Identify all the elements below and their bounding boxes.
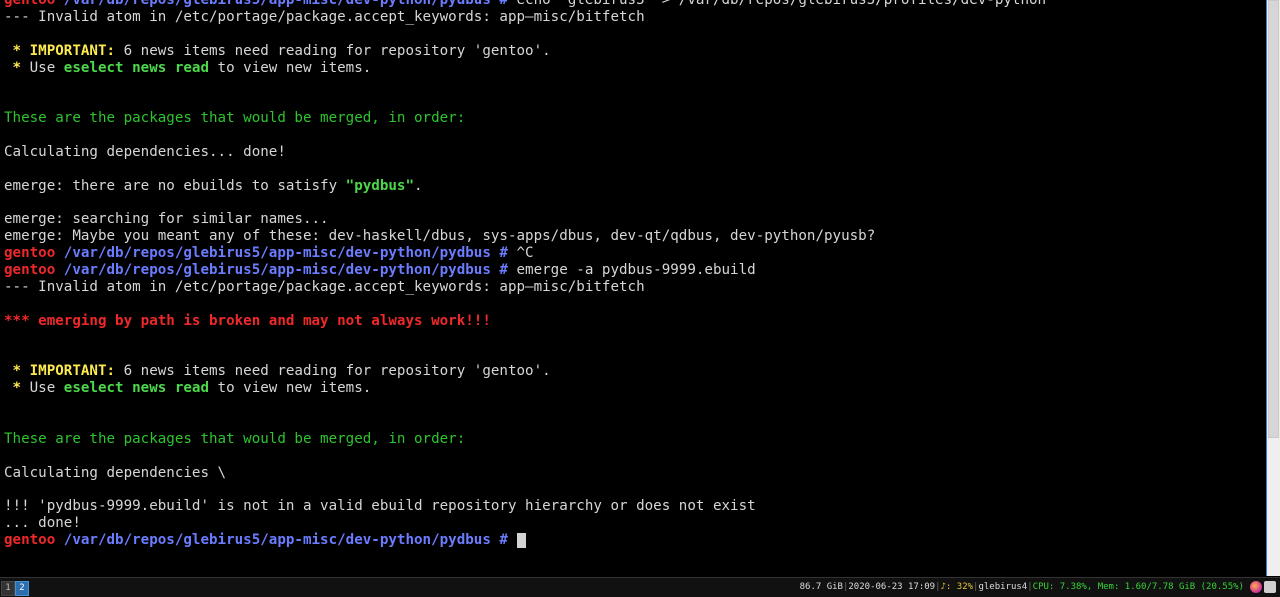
status-blocks: 86.7 GiB|2020-06-23 17:09|♪: 32%|glebiru… [800, 578, 1244, 597]
cpu-usage: CPU: 7.38% [1032, 582, 1087, 592]
terminal-text-segment: echo "glebirus5" > /var/db/repos/glebiru… [516, 0, 1047, 8]
network-icon[interactable] [1264, 581, 1276, 593]
terminal-text-segment: "pydbus" [345, 177, 415, 194]
workspace-2-button[interactable]: 2 [15, 581, 29, 596]
terminal-text-segment: --- Invalid atom in /etc/portage/package… [4, 8, 645, 25]
terminal-line: * Use eselect news read to view new item… [4, 380, 1264, 397]
terminal-text-segment: Use [29, 59, 64, 76]
terminal-line: Calculating dependencies... done! [4, 144, 1264, 161]
terminal-line: emerge: there are no ebuilds to satisfy … [4, 178, 1264, 195]
terminal-line: emerge: searching for similar names... [4, 211, 1264, 228]
terminal-text-segment: --- Invalid atom in /etc/portage/package… [4, 278, 645, 295]
terminal-text-segment: emerge: there are no ebuilds to satisfy [4, 177, 346, 194]
terminal-line: *** emerging by path is broken and may n… [4, 313, 1264, 330]
terminal-text-segment: IMPORTANT: [29, 42, 124, 59]
terminal-text-segment: These are the packages that would be mer… [4, 430, 466, 447]
terminal-text-segment: * [4, 363, 30, 380]
terminal-line: gentoo /var/db/repos/glebirus5/app-misc/… [4, 0, 1264, 9]
terminal-text-segment: . [414, 177, 423, 194]
terminal-line: gentoo /var/db/repos/glebirus5/app-misc/… [4, 262, 1264, 279]
terminal-text-segment: /var/db/repos/glebirus5/app-misc/dev-pyt… [63, 532, 517, 548]
terminal-text-segment: emerge: Maybe you meant any of these: de… [4, 228, 876, 245]
workspace-1-button[interactable]: 1 [1, 581, 15, 596]
terminal-text-segment: eselect news read [63, 380, 210, 397]
terminal-text-segment: * [4, 59, 30, 76]
terminal-line: gentoo /var/db/repos/glebirus5/app-misc/… [4, 245, 1264, 262]
terminal-line: * IMPORTANT: 6 news items need reading f… [4, 363, 1264, 380]
terminal-text-segment: /var/db/repos/glebirus5/app-misc/dev-pyt… [63, 245, 517, 262]
disk-usage: 86.7 GiB [799, 582, 843, 592]
date-time: 2020-06-23 17:09 [848, 582, 936, 592]
terminal-text-segment: *** emerging by path is broken and may n… [4, 312, 491, 329]
terminal-text-segment: gentoo [4, 0, 64, 8]
terminal-text-segment: ... done! [4, 515, 81, 532]
terminal-line: gentoo /var/db/repos/glebirus5/app-misc/… [4, 532, 1264, 549]
scrollbar-thumb[interactable] [1268, 0, 1279, 438]
terminal-text-segment: gentoo [4, 532, 64, 548]
terminal-text-segment: These are the packages that would be mer… [4, 110, 466, 127]
terminal-text-segment: * [4, 380, 30, 397]
terminal-line: Calculating dependencies \ [4, 465, 1264, 482]
terminal-line: These are the packages that would be mer… [4, 110, 1264, 127]
hostname: glebirus4 [978, 582, 1028, 592]
firefox-icon[interactable] [1250, 581, 1262, 593]
terminal-line: --- Invalid atom in /etc/portage/package… [4, 279, 1264, 296]
terminal-text-segment: * [4, 42, 30, 59]
terminal-scrollbar[interactable] [1267, 0, 1280, 576]
terminal-text-segment: Use [29, 380, 64, 397]
terminal-line: emerge: Maybe you meant any of these: de… [4, 228, 1264, 245]
terminal-cursor [516, 532, 526, 548]
terminal-text-segment: to view new items. [209, 380, 372, 397]
status-bar: 1 2 86.7 GiB|2020-06-23 17:09|♪: 32%|gle… [0, 577, 1280, 597]
terminal-text-segment: Calculating dependencies \ [4, 464, 227, 481]
terminal-line: ... done! [4, 515, 1264, 532]
terminal-window[interactable]: gentoo /var/db/repos/glebirus5/app-misc/… [0, 0, 1267, 576]
terminal-text-segment: to view new items. [209, 59, 372, 76]
terminal-text-segment: 6 news items need reading for repository… [123, 42, 551, 59]
terminal-text-segment: emerge: searching for similar names... [4, 211, 329, 228]
system-tray [1248, 581, 1278, 594]
terminal-text-segment: !!! 'pydbus-9999.ebuild' is not in a val… [4, 498, 756, 515]
volume-level[interactable]: ♪: 32% [941, 582, 974, 592]
terminal-line: !!! 'pydbus-9999.ebuild' is not in a val… [4, 498, 1264, 515]
terminal-text-segment: IMPORTANT: [29, 363, 124, 380]
memory-usage: , Mem: 1.60/7.78 GiB (20.55%) [1086, 582, 1244, 592]
terminal-text-segment: /var/db/repos/glebirus5/app-misc/dev-pyt… [63, 0, 517, 8]
terminal-line: --- Invalid atom in /etc/portage/package… [4, 9, 1264, 26]
terminal-text-segment: gentoo [4, 262, 64, 278]
terminal-text-segment: eselect news read [63, 59, 210, 76]
terminal-text-segment: /var/db/repos/glebirus5/app-misc/dev-pyt… [63, 262, 517, 278]
terminal-line: * Use eselect news read to view new item… [4, 60, 1264, 77]
terminal-text-segment: 6 news items need reading for repository… [123, 363, 551, 380]
terminal-output: gentoo /var/db/repos/glebirus5/app-misc/… [4, 0, 1264, 549]
terminal-text-segment: gentoo [4, 245, 64, 262]
terminal-line: * IMPORTANT: 6 news items need reading f… [4, 43, 1264, 60]
terminal-text-segment: emerge -a pydbus-9999.ebuild [516, 262, 756, 278]
terminal-text-segment: Calculating dependencies... done! [4, 143, 286, 160]
terminal-line: These are the packages that would be mer… [4, 431, 1264, 448]
terminal-text-segment: ^C [516, 245, 534, 262]
